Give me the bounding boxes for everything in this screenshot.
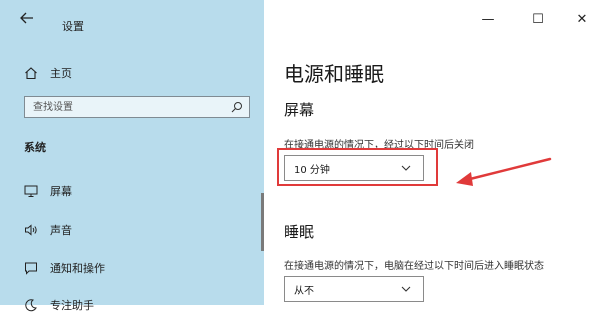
sidebar-item-focus-assist[interactable]: 专注助手: [24, 296, 94, 314]
title-bar: 设置: [0, 0, 264, 38]
chevron-down-icon: [401, 286, 411, 292]
sidebar-item-label: 屏幕: [50, 185, 72, 198]
minimize-button[interactable]: —: [478, 12, 498, 28]
sidebar-item-display[interactable]: 屏幕: [24, 182, 72, 200]
close-button[interactable]: ✕: [572, 12, 592, 28]
speaker-icon: [25, 224, 37, 236]
page-title: 电源和睡眠: [284, 62, 384, 86]
home-nav-item[interactable]: 主页: [24, 64, 72, 82]
window-title: 设置: [62, 20, 84, 33]
sidebar-item-notifications[interactable]: 通知和操作: [24, 259, 105, 277]
sidebar-item-label: 专注助手: [50, 299, 94, 312]
screen-heading: 屏幕: [284, 101, 315, 119]
search-input[interactable]: [33, 97, 223, 117]
scrollbar-thumb[interactable]: [261, 193, 264, 251]
search-icon[interactable]: [231, 101, 243, 113]
back-arrow-icon[interactable]: [20, 12, 36, 26]
sidebar-item-sound[interactable]: 声音: [24, 221, 72, 239]
notification-icon: [25, 262, 37, 275]
nav-section-heading: 系统: [24, 141, 46, 154]
home-label: 主页: [50, 67, 72, 80]
sidebar-item-label: 声音: [50, 224, 72, 237]
annotation-arrow-icon: [456, 157, 552, 186]
sidebar-item-label: 通知和操作: [50, 262, 105, 275]
sleep-description: 在接通电源的情况下，电脑在经过以下时间后进入睡眠状态: [284, 261, 544, 272]
content-pane: — ☐ ✕ 电源和睡眠 屏幕 在接通电源的情况下，经过以下时间后关闭 10 分钟…: [264, 0, 600, 305]
monitor-icon: [24, 185, 38, 197]
home-icon: [25, 67, 37, 80]
sleep-timeout-value: 从不: [294, 285, 314, 297]
search-box[interactable]: [24, 96, 250, 118]
sleep-timeout-dropdown[interactable]: 从不: [284, 276, 424, 302]
sleep-heading: 睡眠: [284, 223, 315, 241]
maximize-button[interactable]: ☐: [528, 12, 548, 28]
navigation-pane: 设置 主页 系统 屏幕: [0, 0, 264, 312]
moon-icon: [25, 299, 37, 312]
settings-window: 设置 主页 系统 屏幕: [0, 0, 600, 312]
annotation-highlight-box: [277, 148, 438, 186]
